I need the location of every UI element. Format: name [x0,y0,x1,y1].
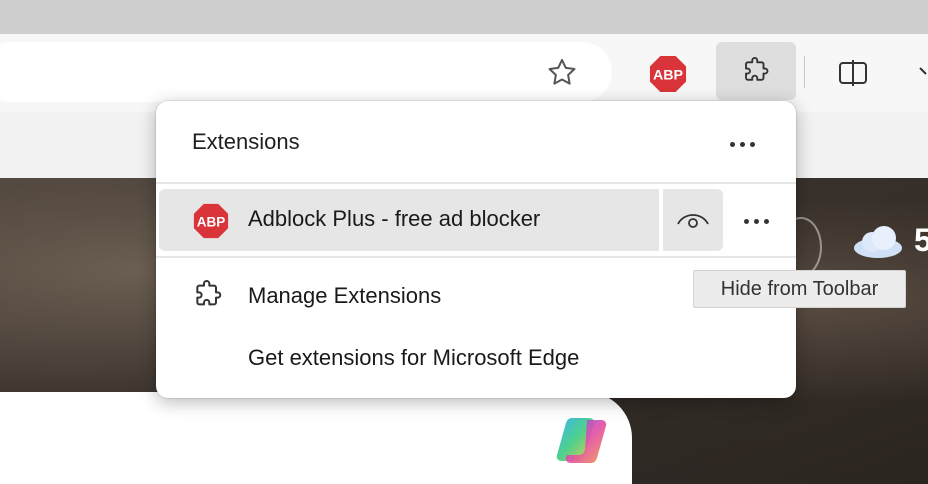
more-horizontal-icon [741,211,771,229]
more-horizontal-icon [727,134,757,152]
toolbar-divider [804,56,805,88]
popup-title: Extensions [192,129,300,154]
tab-strip [0,0,928,34]
popup-divider [156,256,796,258]
toggle-toolbar-visibility-button[interactable] [663,189,723,251]
popup-more-button[interactable] [722,123,762,163]
tooltip: Hide from Toolbar [693,270,906,308]
extensions-popup: Extensions ABP Adblock Plus - free ad bl… [156,101,796,398]
abp-badge-text: ABP [653,68,684,84]
popup-divider [156,182,796,184]
split-screen-button[interactable] [832,52,874,94]
eye-icon [677,214,709,228]
adblock-plus-icon: ABP [193,203,229,239]
adblock-plus-toolbar-button[interactable]: ABP [645,52,691,96]
extension-more-button[interactable] [734,199,778,241]
cloud-icon [854,226,902,258]
star-outline-icon [548,58,576,85]
get-extensions-label: Get extensions for Microsoft Edge [248,345,580,370]
get-extensions-item[interactable]: Get extensions for Microsoft Edge [156,335,796,381]
overflow-menu-edge[interactable] [914,56,928,86]
page-content-panel [0,392,632,484]
abp-badge-text: ABP [197,214,226,229]
split-screen-icon [839,60,867,86]
copilot-icon[interactable] [553,408,617,472]
favorite-button[interactable] [540,51,584,95]
extension-name: Adblock Plus - free ad blocker [248,206,541,231]
manage-extensions-label: Manage Extensions [248,283,442,308]
extension-item-adblock-plus[interactable]: ABP Adblock Plus - free ad blocker [159,189,659,251]
adblock-plus-icon: ABP [649,55,687,93]
address-bar[interactable] [0,42,612,102]
weather-temperature: 5 [914,222,928,258]
puzzle-icon [745,56,769,81]
chevron-icon [919,67,927,75]
puzzle-icon [196,280,222,306]
extensions-button[interactable] [716,42,796,100]
